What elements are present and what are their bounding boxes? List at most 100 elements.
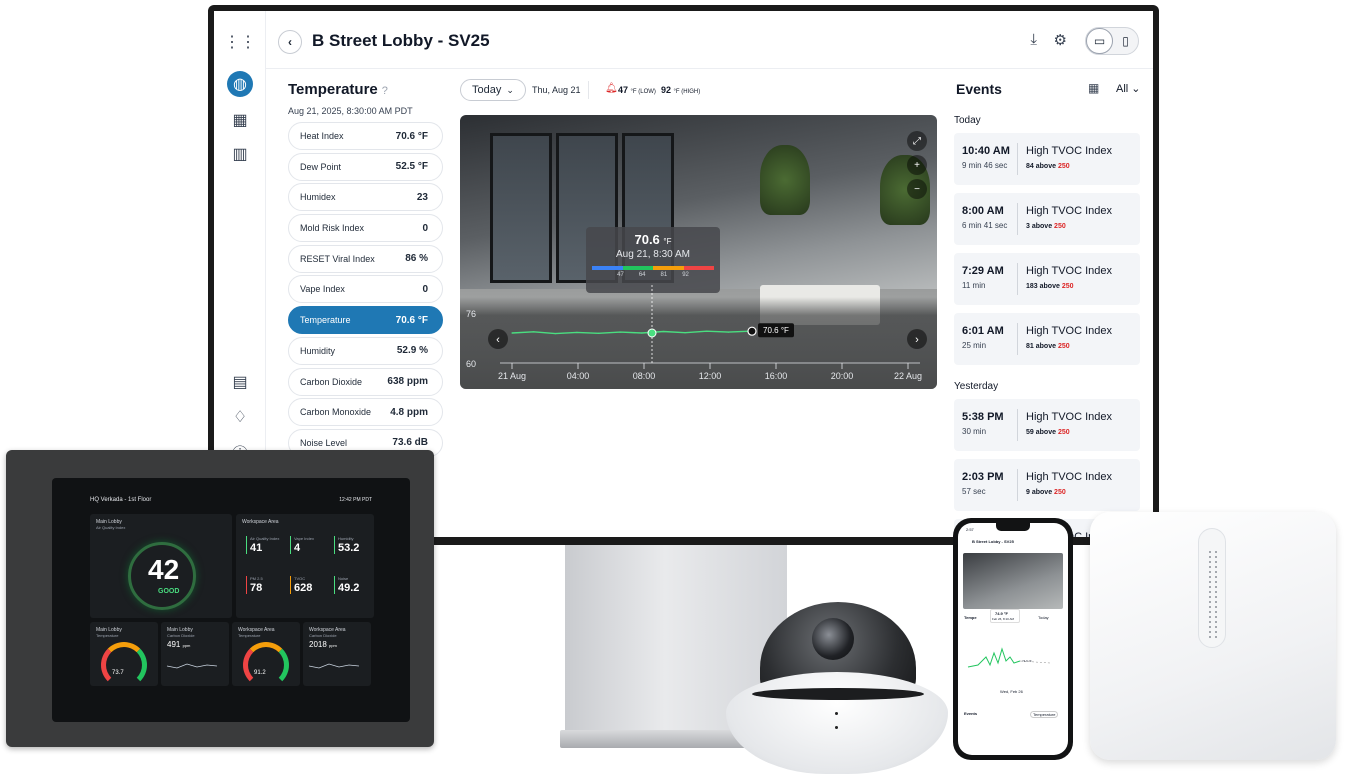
cursor-dot bbox=[647, 328, 657, 338]
metric-item[interactable]: Vape Index 0 bbox=[288, 275, 443, 304]
event-card[interactable]: 5:38 PM High TVOC Index 30 min 59 above 2… bbox=[954, 399, 1140, 451]
event-value: 183 bbox=[1026, 283, 1038, 290]
selected-date: Thu, Aug 21 bbox=[532, 85, 581, 95]
phone-today[interactable]: Today bbox=[1038, 615, 1049, 620]
vent-hole bbox=[1209, 586, 1211, 588]
gear-icon[interactable]: ⚙ bbox=[1054, 31, 1067, 49]
temperature-chart[interactable]: 21 Aug 04:00 08:00 12:00 16:00 20:00 22 Aug 76 6… bbox=[460, 115, 937, 389]
event-value: 59 bbox=[1026, 429, 1034, 436]
metric-item[interactable]: Carbon Monoxide 4.8 ppm bbox=[288, 398, 443, 427]
metric-value: 0 bbox=[422, 283, 428, 295]
metric-tile: Main Lobby Carbon Dioxide 491 ppm bbox=[161, 622, 229, 686]
workspace-metric: PM 2.5 78 bbox=[246, 576, 263, 594]
event-value: 81 bbox=[1026, 343, 1034, 350]
low-unit: °F (LOW) bbox=[630, 89, 656, 95]
event-threshold: 250 bbox=[1057, 343, 1070, 350]
y-tick-label: 76 bbox=[466, 309, 476, 319]
event-above: above bbox=[1035, 429, 1056, 436]
event-card[interactable]: 10:40 AM High TVOC Index 9 min 46 sec 84 … bbox=[954, 133, 1140, 185]
divider bbox=[588, 81, 589, 99]
help-circle-icon[interactable]: ? bbox=[382, 85, 388, 97]
event-detail: 3 above 250 bbox=[1026, 223, 1066, 230]
x-tick-label: 08:00 bbox=[633, 371, 656, 381]
metric-item[interactable]: Heat Index 70.6 °F bbox=[288, 122, 443, 150]
tile-unit: ppm bbox=[182, 643, 191, 648]
camera-view-icon[interactable]: ▭ bbox=[1086, 28, 1113, 54]
metric-label: Carbon Monoxide bbox=[300, 407, 372, 418]
phone-tooltip: 74.9 °F Feb 26, 8:10 AM bbox=[990, 609, 1020, 623]
high-value: 92 bbox=[660, 85, 671, 95]
sensor-view-icon[interactable]: ▯ bbox=[1113, 28, 1138, 54]
camera-feed[interactable]: ⤢ + − 70.6 °F Aug 21, 8:30 AM 47 64 81 92 2… bbox=[460, 115, 937, 389]
tablet-title: HQ Verkada - 1st Floor bbox=[90, 497, 152, 503]
event-card[interactable]: 8:00 AM High TVOC Index 6 min 41 sec 3 ab… bbox=[954, 193, 1140, 245]
metric-item[interactable]: Temperature 70.6 °F bbox=[288, 306, 443, 335]
tile-subtitle: Carbon Dioxide bbox=[309, 633, 337, 638]
event-card[interactable]: 7:29 AM High TVOC Index 11 min 183 above … bbox=[954, 253, 1140, 305]
metric-item[interactable]: Dew Point 52.5 °F bbox=[288, 152, 443, 181]
phone-date: Wed, Feb 26 bbox=[1000, 689, 1023, 694]
vent-hole bbox=[1215, 616, 1217, 618]
event-threshold: 250 bbox=[1054, 223, 1066, 230]
report-icon[interactable]: ▤ bbox=[227, 369, 253, 395]
events-filter[interactable]: All ⌄ bbox=[1116, 82, 1141, 95]
phone-camera-feed[interactable] bbox=[963, 553, 1063, 609]
temp-range: 47 °F (LOW) 92 °F (HIGH) bbox=[618, 85, 700, 95]
event-card[interactable]: 6:01 AM High TVOC Index 25 min 81 above 2… bbox=[954, 313, 1140, 365]
tile-subtitle: Temperature bbox=[238, 633, 261, 638]
ws-label: Air Quality Index bbox=[250, 536, 280, 541]
workspace-tile: Workspace Area Air Quality Index 41 Vape … bbox=[236, 514, 374, 618]
back-button[interactable]: ‹ bbox=[278, 30, 302, 54]
event-value: 3 bbox=[1026, 223, 1030, 230]
metric-tile: Workspace Area Carbon Dioxide 2018 ppm bbox=[303, 622, 371, 686]
event-name: High TVOC Index bbox=[1026, 265, 1113, 277]
phone-filter[interactable]: Temperature bbox=[1030, 711, 1059, 718]
vent-hole bbox=[1215, 566, 1217, 568]
calendar-icon[interactable]: ▦ bbox=[1088, 81, 1099, 95]
event-name: High TVOC Index bbox=[1026, 205, 1113, 217]
metric-value: 638 ppm bbox=[387, 376, 428, 387]
metric-item[interactable]: Humidity 52.9 % bbox=[288, 336, 443, 365]
metric-label: Heat Index bbox=[300, 131, 344, 141]
current-dot bbox=[747, 326, 757, 336]
metric-item[interactable]: Carbon Dioxide 638 ppm bbox=[288, 367, 443, 396]
phone-screen: 2:57 B Street Lobby - SV25 Tempe Today 7… bbox=[958, 523, 1068, 755]
range-select[interactable]: Today ⌄ bbox=[460, 79, 526, 101]
bell-icon[interactable]: ♢ bbox=[227, 404, 253, 430]
metric-label: Dew Point bbox=[300, 161, 342, 172]
phone-tab[interactable]: Tempe bbox=[964, 615, 977, 620]
ws-value: 49.2 bbox=[338, 582, 360, 594]
analytics-icon[interactable]: ▥ bbox=[227, 141, 253, 167]
event-group-label: Yesterday bbox=[954, 381, 999, 392]
vent-hole bbox=[1209, 591, 1211, 593]
aqi-value: 42 bbox=[148, 554, 180, 585]
vent-hole bbox=[1209, 561, 1211, 563]
camera-lens bbox=[812, 618, 854, 660]
metric-item[interactable]: RESET Viral Index 86 % bbox=[288, 244, 443, 273]
vent-hole bbox=[1209, 621, 1211, 623]
event-name: High TVOC Index bbox=[1026, 325, 1113, 337]
vent-hole bbox=[1215, 626, 1217, 628]
dashboard-icon[interactable]: ▦ bbox=[227, 107, 253, 133]
tile-value: 491 bbox=[167, 640, 181, 649]
vent-hole bbox=[1209, 636, 1211, 638]
app-grid-icon[interactable]: ⋮⋮ bbox=[224, 29, 256, 55]
event-name: High TVOC Index bbox=[1026, 411, 1113, 423]
event-time: 7:29 AM bbox=[962, 265, 1004, 277]
tablet-time: 12:42 PM PDT bbox=[339, 497, 372, 503]
environmental-sensor-icon[interactable]: ◍ bbox=[227, 71, 253, 97]
vent-hole bbox=[1215, 591, 1217, 593]
event-detail: 81 above 250 bbox=[1026, 343, 1070, 350]
metric-item[interactable]: Mold Risk Index 0 bbox=[288, 214, 443, 243]
tile-value-wrap: 491 ppm bbox=[167, 640, 190, 649]
view-toggle[interactable]: ▭ ▯ bbox=[1085, 27, 1139, 55]
event-detail: 9 above 250 bbox=[1026, 489, 1066, 496]
download-icon[interactable]: ⤓ bbox=[1030, 31, 1037, 48]
event-card[interactable]: 2:03 PM High TVOC Index 57 sec 9 above 25… bbox=[954, 459, 1140, 511]
metric-timestamp: Aug 21, 2025, 8:30:00 AM PDT bbox=[288, 106, 413, 116]
event-value: 9 bbox=[1026, 489, 1030, 496]
ws-value: 78 bbox=[250, 582, 263, 594]
ws-label: Humidity bbox=[338, 536, 354, 541]
metric-label: Vape Index bbox=[300, 284, 345, 295]
metric-item[interactable]: Humidex 23 bbox=[288, 183, 443, 212]
